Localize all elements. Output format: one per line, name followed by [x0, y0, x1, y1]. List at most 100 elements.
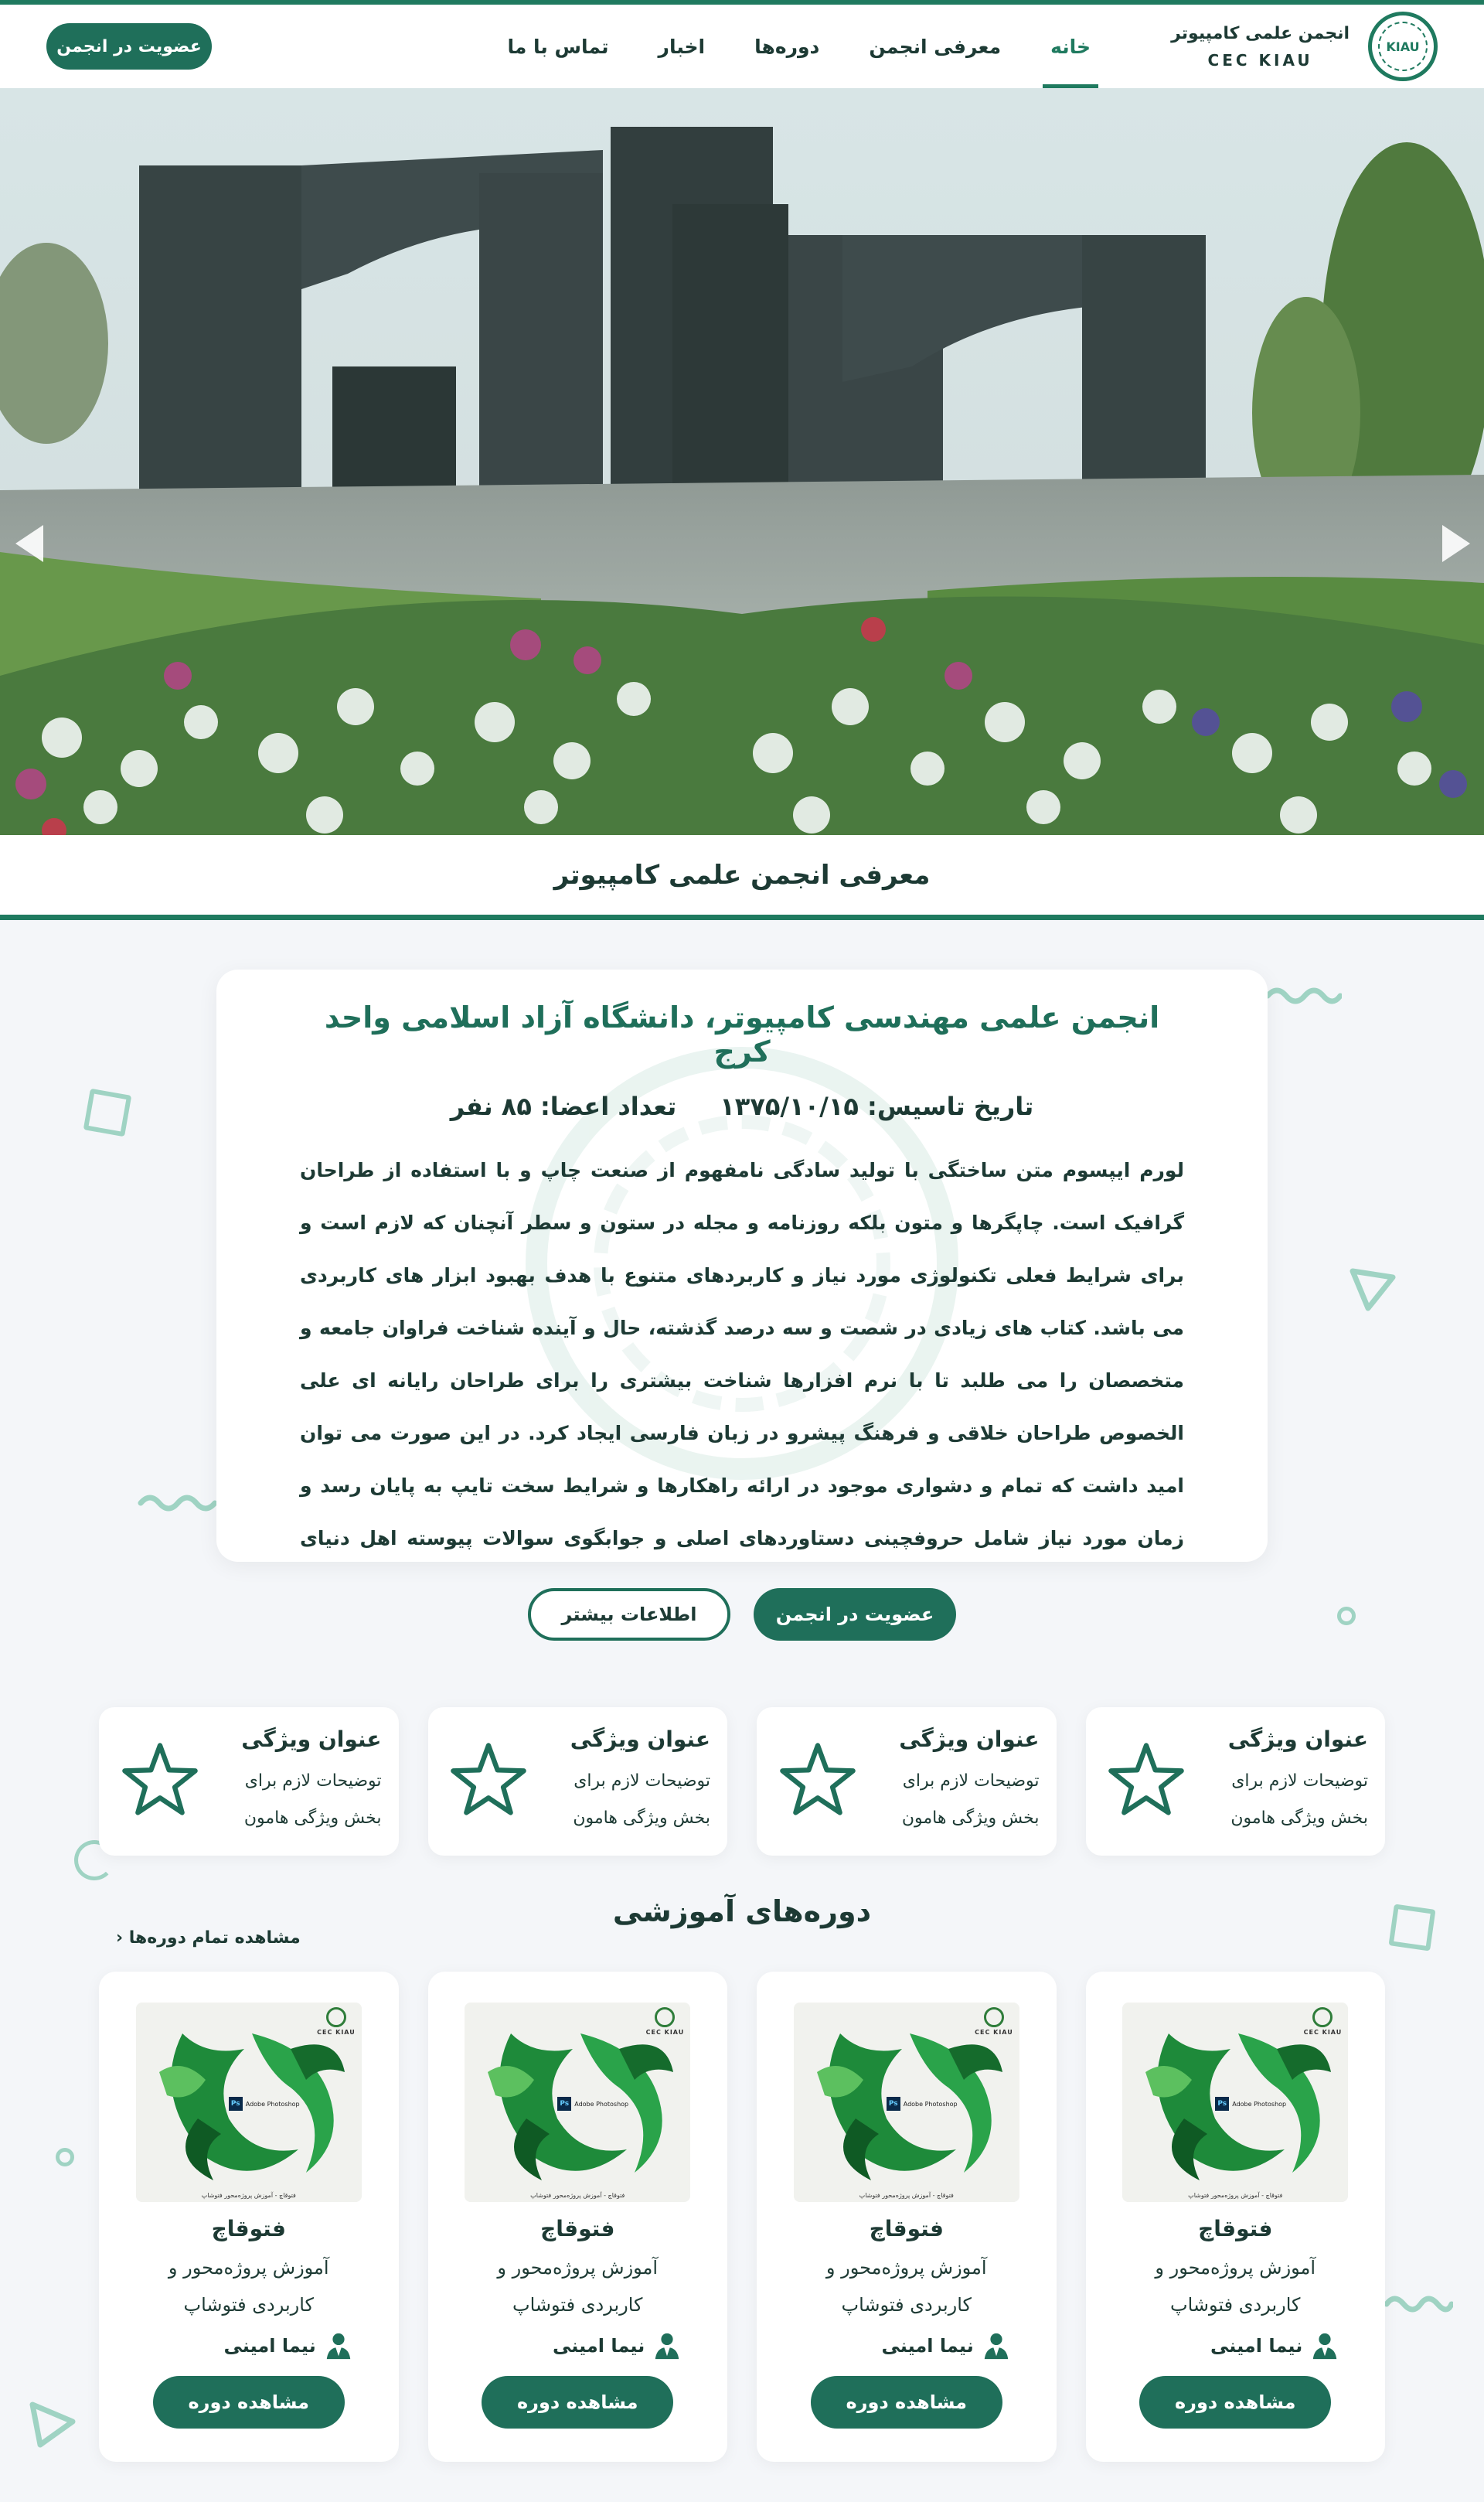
teacher-name: نیما امینی: [881, 2335, 974, 2357]
join-button[interactable]: عضویت در انجمن: [46, 23, 212, 70]
course-teacher: نیما امینی: [1131, 2331, 1339, 2361]
star-icon: [448, 1739, 529, 1824]
teacher-icon: [326, 2333, 350, 2360]
course-card: CEC KIAU Ps Adobe Photoshop فتوقاچ - آموز…: [757, 1972, 1057, 2462]
feature-card: عنوان ویژگی توضیحات لازم برای بخش ویژگی …: [757, 1707, 1057, 1856]
thumb-caption: فتوقاچ - آموزش پروژه‌محور فتوشاپ: [201, 2192, 296, 2199]
photoshop-label: Adobe Photoshop: [903, 2100, 958, 2108]
course-teacher: نیما امینی: [145, 2331, 353, 2361]
thumb-brand-logo: [983, 2007, 1004, 2027]
menu-item-about[interactable]: معرفی انجمن: [844, 5, 1026, 88]
more-info-button[interactable]: اطلاعات بیشتر: [528, 1588, 730, 1641]
course-card: CEC KIAU Ps Adobe Photoshop فتوقاچ - آموز…: [427, 1972, 727, 2462]
menu-item-courses[interactable]: دوره‌ها: [730, 5, 844, 88]
thumb-caption: فتوقاچ - آموزش پروژه‌محور فتوشاپ: [1188, 2192, 1283, 2199]
chevron-left-icon: ‹: [116, 1928, 129, 1948]
menu-item-news[interactable]: اخبار: [634, 5, 730, 88]
view-course-button[interactable]: مشاهده دوره: [810, 2376, 1002, 2429]
course-thumbnail[interactable]: CEC KIAU Ps Adobe Photoshop فتوقاچ - آموز…: [1122, 2003, 1349, 2202]
photoshop-icon: Ps: [228, 2097, 243, 2111]
photoshop-logo: Ps Adobe Photoshop: [1215, 2097, 1286, 2111]
feature-card: عنوان ویژگی توضیحات لازم برای بخش ویژگی …: [99, 1707, 399, 1856]
hero-slider: [0, 88, 1484, 835]
course-thumbnail[interactable]: CEC KIAU Ps Adobe Photoshop فتوقاچ - آموز…: [135, 2003, 362, 2202]
thumb-brand-text: CEC KIAU: [645, 2029, 685, 2036]
course-name: فتوقاچ: [211, 2216, 286, 2241]
logo-text: انجمن علمی کامپیوتر CEC KIAU: [1171, 24, 1350, 70]
course-thumbnail[interactable]: CEC KIAU Ps Adobe Photoshop فتوقاچ - آموز…: [465, 2003, 691, 2202]
photoshop-icon: Ps: [886, 2097, 900, 2111]
thumb-caption: فتوقاچ - آموزش پروژه‌محور فتوشاپ: [530, 2192, 625, 2199]
thumb-brand: CEC KIAU: [975, 2007, 1013, 2036]
photoshop-icon: Ps: [557, 2097, 572, 2111]
slider-prev-icon[interactable]: [15, 525, 43, 562]
photoshop-label: Adobe Photoshop: [574, 2100, 629, 2108]
star-icon: [119, 1739, 201, 1824]
star-icon: [777, 1739, 859, 1824]
join-association-button[interactable]: عضویت در انجمن: [754, 1588, 956, 1641]
courses-row: CEC KIAU Ps Adobe Photoshop فتوقاچ - آموز…: [99, 1972, 1385, 2462]
course-thumbnail[interactable]: CEC KIAU Ps Adobe Photoshop فتوقاچ - آموز…: [793, 2003, 1019, 2202]
course-desc: آموزش پروژه‌محور و کاربردی فتوشاپ: [1155, 2257, 1316, 2316]
founded-date: تاریخ تاسیس: ۱۳۷۵/۱۰/۱۵: [720, 1092, 1034, 1121]
feature-desc: توضیحات لازم برای بخش ویژگی هامون: [243, 1771, 382, 1828]
view-all-courses-link[interactable]: مشاهده تمام دوره‌ها ‹: [116, 1928, 301, 1948]
course-card: CEC KIAU Ps Adobe Photoshop فتوقاچ - آموز…: [99, 1972, 399, 2462]
intro-band: معرفی انجمن علمی کامپیوتر: [0, 835, 1484, 920]
star-icon: [1105, 1739, 1187, 1824]
members-count: تعداد اعضا: ۸۵ نفر: [450, 1092, 677, 1121]
feature-card: عنوان ویژگی توضیحات لازم برای بخش ویژگی …: [427, 1707, 727, 1856]
teacher-name: نیما امینی: [553, 2335, 645, 2357]
courses-title: دوره‌های آموزشی: [612, 1894, 872, 1928]
feature-desc: توضیحات لازم برای بخش ویژگی هامون: [573, 1771, 710, 1828]
view-course-button[interactable]: مشاهده دوره: [152, 2376, 345, 2429]
feature-title: عنوان ویژگی: [899, 1726, 1040, 1752]
photoshop-logo: Ps Adobe Photoshop: [557, 2097, 628, 2111]
deco-wave: [138, 1495, 218, 1512]
deco-dot: [56, 2148, 74, 2166]
view-course-button[interactable]: مشاهده دوره: [482, 2376, 674, 2429]
teacher-icon: [655, 2333, 679, 2360]
thumb-caption: فتوقاچ - آموزش پروژه‌محور فتوشاپ: [859, 2192, 954, 2199]
teacher-name: نیما امینی: [1210, 2335, 1303, 2357]
feature-title: عنوان ویژگی: [241, 1726, 382, 1752]
logo-badge: KIAU: [1368, 12, 1438, 81]
menu-item-contact[interactable]: تماس با ما: [482, 5, 633, 88]
about-card: انجمن علمی مهندسی کامپیوتر، دانشگاه آزاد…: [216, 970, 1268, 1562]
photoshop-label: Adobe Photoshop: [245, 2100, 300, 2108]
course-desc: آموزش پروژه‌محور و کاربردی فتوشاپ: [497, 2257, 659, 2316]
teacher-name: نیما امینی: [223, 2335, 316, 2357]
teacher-icon: [984, 2333, 1008, 2360]
thumb-brand: CEC KIAU: [1304, 2007, 1343, 2036]
about-meta: تاریخ تاسیس: ۱۳۷۵/۱۰/۱۵ تعداد اعضا: ۸۵ ن…: [300, 1092, 1184, 1121]
deco-triangle: [1350, 1268, 1396, 1311]
thumb-brand: CEC KIAU: [317, 2007, 356, 2036]
feature-desc: توضیحات لازم برای بخش ویژگی هامون: [1230, 1771, 1368, 1828]
thumb-brand-text: CEC KIAU: [975, 2029, 1013, 2036]
intro-title: معرفی انجمن علمی کامپیوتر: [553, 859, 931, 891]
logo-subtitle: CEC KIAU: [1207, 50, 1313, 70]
thumb-brand-text: CEC KIAU: [1303, 2029, 1343, 2036]
logo-mark: KIAU: [1386, 39, 1420, 54]
about-actions: عضویت در انجمن اطلاعات بیشتر: [0, 1588, 1484, 1641]
view-course-button[interactable]: مشاهده دوره: [1139, 2376, 1332, 2429]
main-menu: خانه معرفی انجمن دوره‌ها اخبار تماس با م…: [482, 5, 1115, 88]
feature-title: عنوان ویژگی: [1227, 1726, 1368, 1752]
photoshop-logo: Ps Adobe Photoshop: [228, 2097, 300, 2111]
about-text: لورم ایپسوم متن ساختگی با تولید سادگی نا…: [300, 1159, 1184, 1549]
deco-wave: [1264, 987, 1342, 1004]
thumb-brand-logo: [1312, 2007, 1333, 2027]
menu-item-home[interactable]: خانه: [1026, 5, 1115, 88]
deco-wave: [1384, 2296, 1453, 2313]
features-row: عنوان ویژگی توضیحات لازم برای بخش ویژگی …: [99, 1707, 1385, 1856]
slider-next-icon[interactable]: [1442, 525, 1470, 562]
view-all-label: مشاهده تمام دوره‌ها: [128, 1928, 301, 1948]
thumb-brand: CEC KIAU: [646, 2007, 685, 2036]
course-teacher: نیما امینی: [802, 2331, 1011, 2361]
hero-image: [0, 88, 1484, 835]
deco-triangle: [29, 2401, 76, 2448]
logo[interactable]: KIAU انجمن علمی کامپیوتر CEC KIAU: [1171, 12, 1438, 81]
photoshop-logo: Ps Adobe Photoshop: [886, 2097, 958, 2111]
thumb-brand-text: CEC KIAU: [317, 2029, 356, 2036]
course-desc: آموزش پروژه‌محور و کاربردی فتوشاپ: [168, 2257, 329, 2316]
